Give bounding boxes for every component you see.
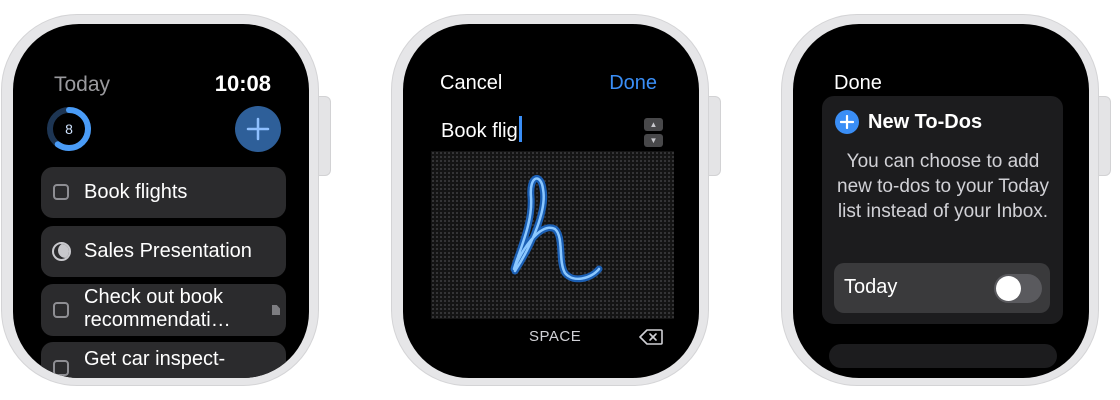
clock-time: 10:08 [214, 71, 271, 96]
next-card-peek [829, 344, 1057, 368]
watch-bezel: Done New To-Dos You can choose to add ne… [781, 14, 1099, 386]
card-title: New To-Dos [868, 111, 983, 133]
watch-scribble-input: Cancel Done Book flig ▲ ▼ SPACE [391, 14, 721, 386]
suggestion-stepper[interactable]: ▲ ▼ [644, 118, 663, 147]
checkbox[interactable] [53, 302, 69, 318]
watch-today-list: Today 10:08 8 Book flights Sales Present… [1, 14, 331, 386]
toggle-knob [996, 276, 1021, 301]
watch-screen: Cancel Done Book flig ▲ ▼ SPACE [403, 24, 699, 378]
toggle-label: Today [844, 276, 898, 298]
input-text: Book flig [441, 120, 518, 142]
card-description: You can choose to add new to-dos to your… [837, 151, 1049, 222]
space-key[interactable]: SPACE [529, 328, 581, 345]
checkbox[interactable] [53, 360, 69, 376]
task-item[interactable]: Book flights [41, 167, 286, 218]
settings-card: New To-Dos You can choose to add new to-… [822, 96, 1063, 324]
today-toggle-switch[interactable] [994, 274, 1042, 303]
add-todo-button[interactable] [235, 106, 281, 152]
watch-screen: Today 10:08 8 Book flights Sales Present… [13, 24, 309, 378]
chevron-up-icon[interactable]: ▲ [644, 118, 663, 131]
list-title: Today [54, 73, 111, 96]
plus-icon [246, 117, 270, 141]
plus-circle-icon [835, 110, 859, 134]
chevron-down-icon[interactable]: ▼ [644, 134, 663, 147]
task-item[interactable]: Check out book recommendati… [41, 284, 286, 336]
handwritten-h-stroke [510, 175, 603, 283]
checkbox[interactable] [53, 184, 69, 200]
today-toggle-row[interactable]: Today [834, 263, 1050, 313]
evening-moon-icon [52, 242, 71, 261]
task-label-line2: recommendati… [84, 309, 231, 331]
watch-bezel: Today 10:08 8 Book flights Sales Present… [1, 14, 319, 386]
text-caret [518, 116, 522, 142]
note-icon [272, 305, 280, 315]
progress-count: 8 [65, 121, 73, 137]
task-label: Book flights [84, 181, 188, 203]
done-button[interactable]: Done [609, 72, 657, 95]
task-label: Sales Presentation [84, 240, 252, 262]
cancel-button[interactable]: Cancel [440, 72, 502, 95]
watch-bezel: Cancel Done Book flig ▲ ▼ SPACE [391, 14, 709, 386]
task-label: Get car inspect- [84, 348, 226, 370]
task-item[interactable]: Get car inspect- [41, 342, 286, 378]
scribble-pad[interactable] [431, 151, 674, 319]
task-item[interactable]: Sales Presentation [41, 226, 286, 277]
text-input[interactable]: Book flig [441, 116, 522, 143]
done-button[interactable]: Done [834, 72, 882, 95]
task-label-line1: Check out book [84, 286, 223, 308]
progress-ring[interactable]: 8 [46, 106, 92, 152]
watch-screen: Done New To-Dos You can choose to add ne… [793, 24, 1089, 378]
watch-new-todos-settings: Done New To-Dos You can choose to add ne… [781, 14, 1111, 386]
delete-backspace-icon[interactable] [639, 329, 663, 345]
